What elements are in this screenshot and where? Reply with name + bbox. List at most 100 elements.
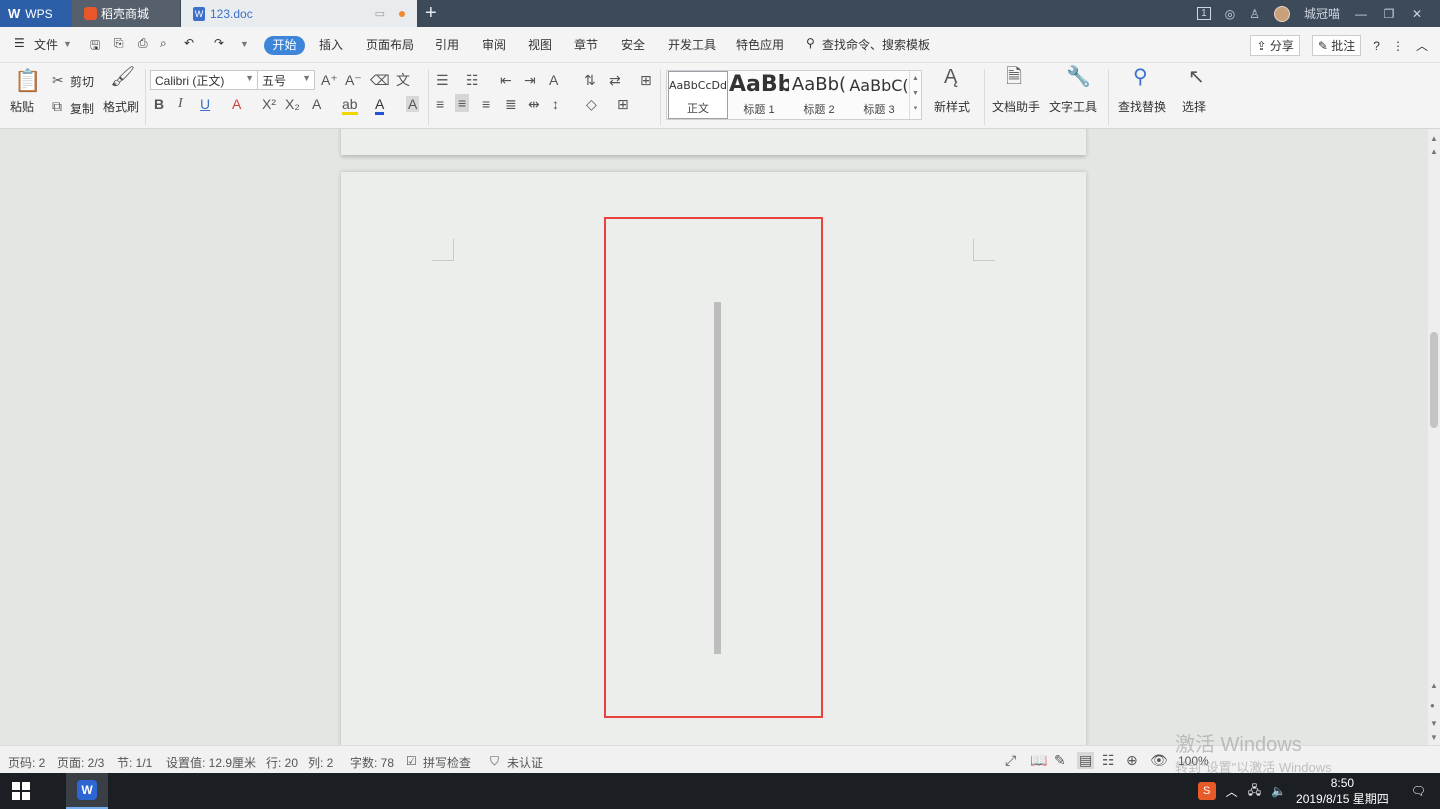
chevron-down-icon[interactable]: ▼ <box>63 39 72 49</box>
justify-icon[interactable]: ≣ <box>505 96 517 112</box>
superscript-icon[interactable]: X² <box>262 96 276 112</box>
network-icon[interactable]: 🖧 <box>1248 781 1261 802</box>
fullscreen-icon[interactable]: ⤢ <box>1005 752 1016 769</box>
text-tools-button[interactable]: 文字工具 <box>1049 98 1097 115</box>
scissors-icon[interactable]: ✂ <box>52 72 64 88</box>
copy-button[interactable]: 复制 <box>70 100 94 117</box>
align-center-icon[interactable]: ≡ <box>455 94 470 112</box>
share-button[interactable]: ⇪ 分享 <box>1250 35 1300 56</box>
tab-document[interactable]: W 123.doc ▭ <box>181 0 417 27</box>
menu-references[interactable]: 引用 <box>435 36 459 53</box>
status-word-count[interactable]: 字数: 78 <box>350 754 394 771</box>
prev-page-icon[interactable]: ▲ <box>1430 147 1438 156</box>
comment-button[interactable]: ✎ 批注 <box>1311 35 1362 56</box>
spell-check-icon[interactable]: ☑ <box>406 754 417 768</box>
scroll-down-icon[interactable]: ▼ <box>1430 733 1438 742</box>
vertical-scrollbar[interactable]: ▲ ▲ ▲ ● ▼ ▼ <box>1428 129 1440 745</box>
decrease-indent-icon[interactable]: ⇤ <box>500 72 512 88</box>
styles-scroll[interactable]: ▲ ▼ ▾ <box>909 71 921 119</box>
skin-icon[interactable]: ◎ <box>1225 7 1235 21</box>
cut-button[interactable]: 剪切 <box>70 73 94 90</box>
bullet-list-icon[interactable]: ☰ <box>436 72 449 88</box>
clear-format-icon[interactable]: ⌫ <box>370 72 390 88</box>
new-style-button[interactable]: 新样式 <box>934 98 970 115</box>
find-replace-button[interactable]: 查找替换 <box>1118 98 1166 115</box>
help-icon[interactable]: ? <box>1373 39 1380 53</box>
page-previous[interactable] <box>341 129 1086 155</box>
menu-view[interactable]: 视图 <box>528 36 552 53</box>
chinese-layout-icon[interactable]: A <box>549 72 558 88</box>
menu-review[interactable]: 审阅 <box>482 36 506 53</box>
windows-start-icon[interactable] <box>12 782 30 800</box>
char-shading-icon[interactable]: A <box>406 96 420 112</box>
copy-icon[interactable]: ⧉ <box>52 98 62 114</box>
paste-icon[interactable]: 📋 <box>14 69 41 93</box>
undo-icon[interactable]: ↶ <box>184 36 194 50</box>
monitor-icon[interactable]: ▭ <box>375 7 385 20</box>
tray-expand-icon[interactable]: ︿ <box>1226 783 1238 800</box>
doc-assistant-icon[interactable]: 🗎 <box>1006 67 1022 87</box>
web-view-icon[interactable]: ⊕ <box>1126 752 1138 769</box>
tab-daoke-store[interactable]: 稻壳商城 <box>72 0 180 27</box>
clock[interactable]: 8:50 2019/8/15 星期四 <box>1296 775 1389 807</box>
font-color-icon[interactable]: A <box>375 96 385 115</box>
collapse-ribbon-icon[interactable]: ︿ <box>1416 37 1428 54</box>
new-tab-button[interactable]: + <box>425 2 437 24</box>
status-section[interactable]: 节: 1/1 <box>117 754 152 771</box>
italic-icon[interactable]: I <box>178 96 183 112</box>
menu-chapter[interactable]: 章节 <box>574 36 598 53</box>
print-preview-icon[interactable]: ⌕ <box>160 36 167 51</box>
show-marks-icon[interactable]: ⊞ <box>640 72 652 88</box>
menu-page-layout[interactable]: 页面布局 <box>366 36 414 53</box>
style-normal[interactable]: AaBbCcDd 正文 <box>668 71 728 119</box>
save-icon[interactable]: 🖫 <box>90 36 100 57</box>
prev-page-icon[interactable]: ▲ <box>1430 681 1438 690</box>
font-size-select[interactable]: 五号 ▼ <box>257 70 315 90</box>
align-left-icon[interactable]: ≡ <box>436 96 444 112</box>
pen-icon[interactable]: ✎ <box>1054 752 1066 769</box>
next-page-icon[interactable]: ▼ <box>1430 719 1438 728</box>
format-painter-button[interactable]: 格式刷 <box>103 98 139 115</box>
menu-special[interactable]: 特色应用 <box>736 36 784 53</box>
shading-icon[interactable]: ◇ <box>586 96 597 112</box>
status-setting[interactable]: 设置值: 12.9厘米 <box>166 754 256 771</box>
grow-font-icon[interactable]: A⁺ <box>321 72 338 88</box>
style-heading-3[interactable]: AaBbC( 标题 3 <box>849 71 909 119</box>
ime-icon[interactable]: S <box>1197 782 1216 800</box>
menu-file[interactable]: 文件 <box>34 36 58 53</box>
page-indicator[interactable]: 1 <box>1197 7 1211 20</box>
status-pages[interactable]: 页面: 2/3 <box>57 754 104 771</box>
volume-icon[interactable]: 🔈 <box>1271 784 1286 798</box>
shrink-font-icon[interactable]: A⁻ <box>345 72 362 88</box>
subscript-icon[interactable]: X₂ <box>285 96 300 112</box>
shirt-icon[interactable]: ♙ <box>1249 7 1260 21</box>
search-icon[interactable]: ⚲ <box>806 36 815 50</box>
underline-icon[interactable]: U <box>200 96 210 112</box>
find-icon[interactable]: ⚲ <box>1133 67 1148 87</box>
reading-mode-icon[interactable]: 📖 <box>1030 752 1047 769</box>
menu-security[interactable]: 安全 <box>621 36 645 53</box>
cursor-icon[interactable]: ↖ <box>1188 67 1205 87</box>
text-effect-icon[interactable]: A <box>232 96 241 112</box>
output-icon[interactable]: ⎘ <box>114 36 124 51</box>
command-search[interactable]: 查找命令、搜索模板 <box>822 36 930 53</box>
close-icon[interactable]: ✕ <box>1410 7 1424 21</box>
restore-icon[interactable]: ❐ <box>1382 7 1396 21</box>
numbered-list-icon[interactable]: ☷ <box>466 72 479 88</box>
page-view-icon[interactable]: ▤ <box>1077 752 1095 769</box>
taskbar-wps-app[interactable]: W <box>66 773 108 809</box>
bold-icon[interactable]: B <box>154 96 164 112</box>
outline-view-icon[interactable]: ☷ <box>1102 752 1115 769</box>
style-heading-1[interactable]: AaBb 标题 1 <box>729 71 789 119</box>
font-name-select[interactable]: Calibri (正文) ▼ <box>150 70 258 90</box>
hamburger-menu-icon[interactable]: ☰ <box>14 36 25 50</box>
scroll-up-icon[interactable]: ▲ <box>1430 134 1438 143</box>
pinyin-icon[interactable]: 文 <box>396 72 410 88</box>
notification-icon[interactable]: 🗨 <box>1411 784 1426 798</box>
text-direction-icon[interactable]: ⇅ <box>584 72 596 88</box>
wrench-icon[interactable]: 🔧 <box>1066 67 1091 87</box>
status-row[interactable]: 行: 20 <box>266 754 298 771</box>
menu-insert[interactable]: 插入 <box>319 36 343 53</box>
customize-icon[interactable]: ▼ <box>240 39 249 49</box>
text-outline-icon[interactable]: A <box>312 96 321 112</box>
